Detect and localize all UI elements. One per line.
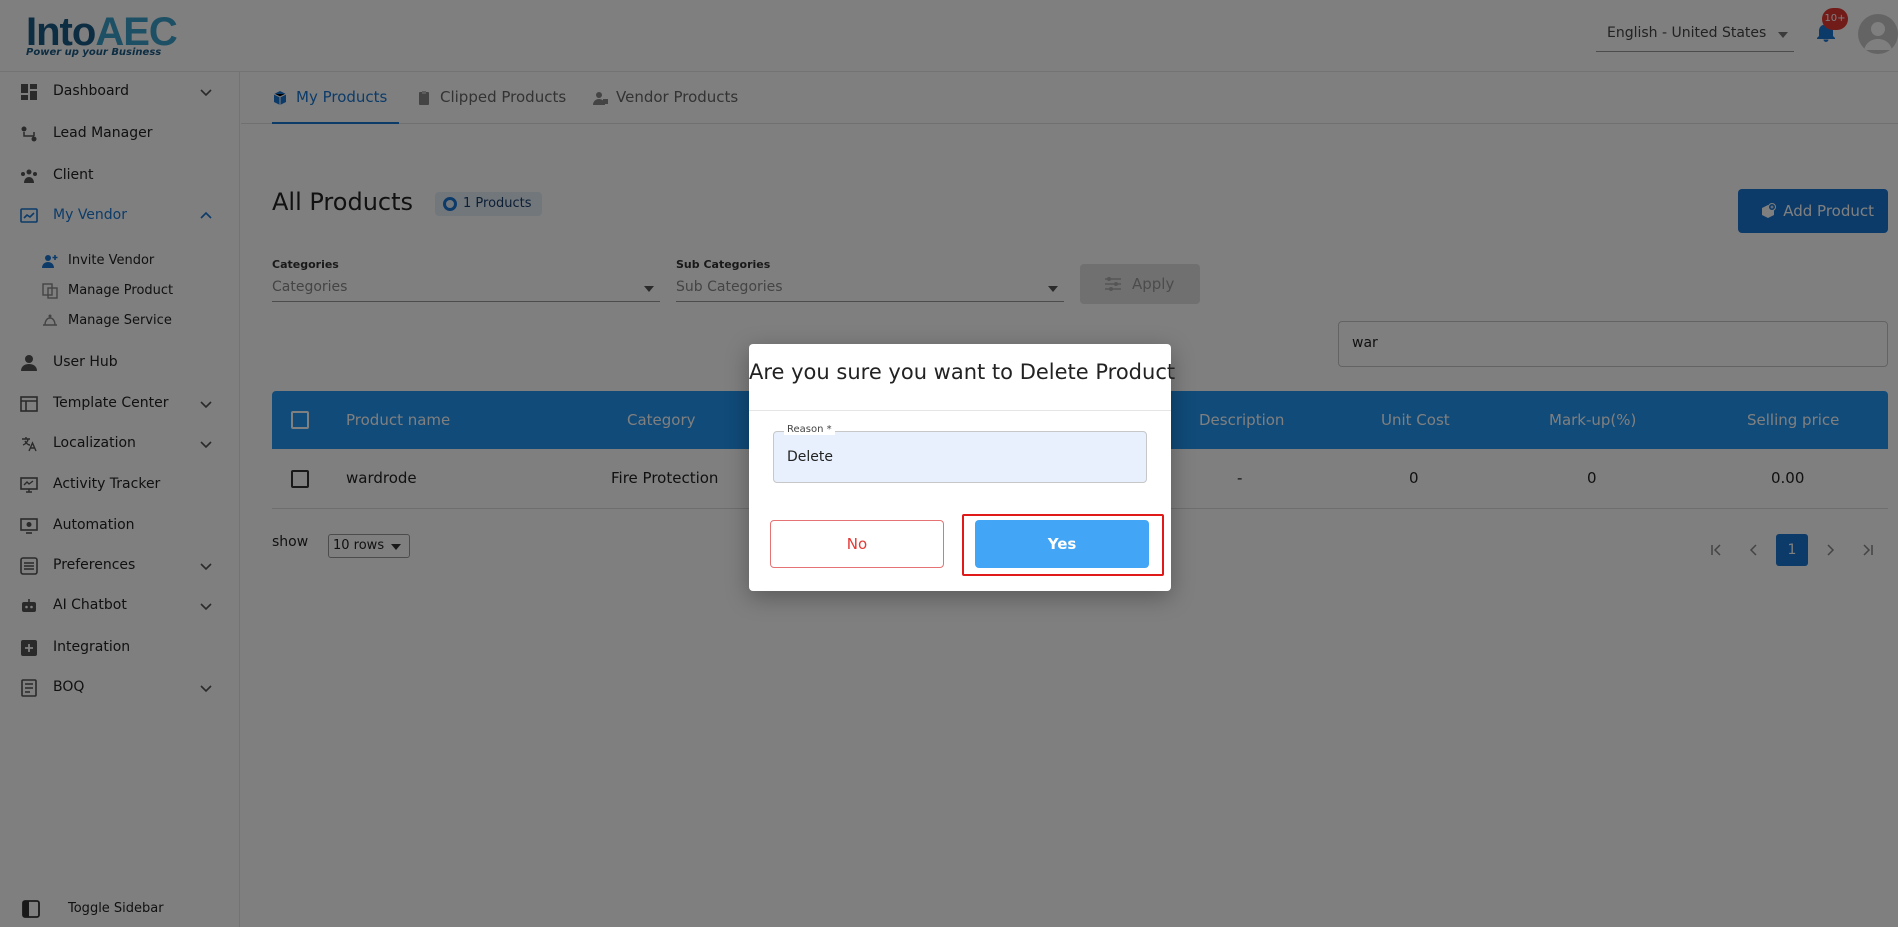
- dialog-title: Are you sure you want to Delete Product: [749, 360, 1176, 384]
- delete-product-dialog: Are you sure you want to Delete Product …: [749, 344, 1176, 591]
- reason-label: Reason *: [784, 424, 835, 435]
- yes-button[interactable]: Yes: [975, 520, 1149, 568]
- dialog-divider: [749, 410, 1171, 411]
- reason-input[interactable]: Reason * Delete: [773, 424, 1147, 483]
- no-button[interactable]: No: [770, 520, 944, 568]
